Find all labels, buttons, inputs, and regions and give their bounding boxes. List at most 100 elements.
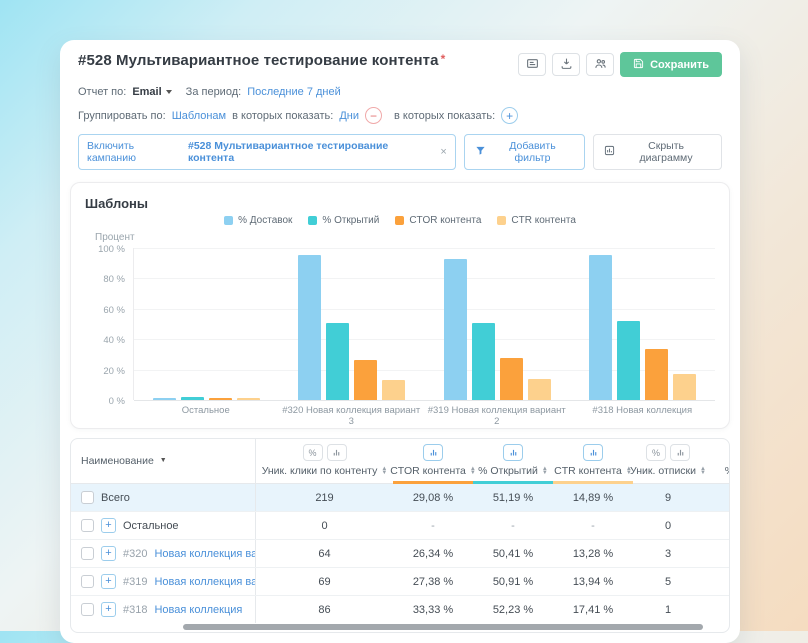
row-cell: 219 <box>256 484 393 511</box>
campaign-filter-chip[interactable]: Включить кампанию #528 Мультивариантное … <box>78 134 456 170</box>
column-header-4[interactable]: % Открытий▲▼ <box>473 439 553 483</box>
expand-row-button[interactable]: + <box>101 574 116 589</box>
column-header-7[interactable]: % Отписок <box>703 439 730 483</box>
row-cell: 64 <box>256 540 393 567</box>
column-header-3[interactable]: CTOR контента▲▼ <box>393 439 473 483</box>
bar-CTR контента[interactable] <box>237 398 260 400</box>
bar-CTR контента[interactable] <box>528 379 551 400</box>
row-checkbox[interactable] <box>81 491 94 504</box>
save-button[interactable]: Сохранить <box>620 52 722 77</box>
column-header-5[interactable]: CTR контента▲▼ <box>553 439 633 483</box>
share-users-button[interactable] <box>586 53 614 76</box>
column-label: % Открытий▲▼ <box>478 465 548 477</box>
row-id: #320 <box>123 548 147 560</box>
row-label[interactable]: Новая коллекция вариант 2 <box>154 576 256 588</box>
row-checkbox[interactable] <box>81 519 94 532</box>
column-header-2[interactable]: % Уник. клики по контенту▲▼ <box>256 439 393 483</box>
sort-desc-icon[interactable]: ▼ <box>160 457 167 464</box>
horizontal-scrollbar-thumb[interactable] <box>183 624 703 630</box>
bar-chart: Процент 100 %80 %60 %40 %20 %0 % Остальн… <box>85 248 715 418</box>
funnel-icon <box>475 145 486 159</box>
row-cell: 27,38 % <box>393 568 473 595</box>
row-checkbox[interactable] <box>81 603 94 616</box>
table-row: +#318Новая коллекция8633,33 %52,23 %17,4… <box>71 596 729 623</box>
row-checkbox[interactable] <box>81 547 94 560</box>
chart-toggle-icon[interactable] <box>583 444 603 461</box>
chart-legend: % Доставок% ОткрытийCTOR контентаCTR кон… <box>85 215 715 226</box>
expand-row-button[interactable]: + <box>101 602 116 617</box>
chip-prefix: Включить кампанию <box>87 140 184 164</box>
bar-CTOR контента[interactable] <box>645 349 668 400</box>
row-label[interactable]: Новая коллекция <box>154 604 242 616</box>
bar-group <box>570 248 715 400</box>
row-name-cell: +Остальное <box>71 512 256 539</box>
download-button[interactable] <box>552 53 580 76</box>
period-value-link[interactable]: Последние 7 дней <box>247 86 341 98</box>
bar-group <box>425 248 570 400</box>
group-by-label: Группировать по: <box>78 110 166 122</box>
row-cell: 29,08 % <box>393 484 473 511</box>
bar-CTOR контента[interactable] <box>209 398 232 400</box>
row-cell: - <box>473 512 553 539</box>
legend-item: CTOR контента <box>395 215 481 226</box>
y-axis-tick: 20 % <box>85 366 125 377</box>
column-label-text: Наименование <box>81 455 154 467</box>
add-filter-button[interactable]: Добавить фильтр <box>464 134 585 170</box>
percent-toggle-icon[interactable]: % <box>646 444 666 461</box>
column-toggle-icons <box>583 444 603 461</box>
expand-row-button[interactable]: + <box>101 546 116 561</box>
percent-toggle-icon[interactable]: % <box>303 444 323 461</box>
row-label[interactable]: Новая коллекция вариант 3 <box>154 548 256 560</box>
bar-CTOR контента[interactable] <box>500 358 523 400</box>
row-checkbox[interactable] <box>81 575 94 588</box>
bar-% Доставок[interactable] <box>298 255 321 400</box>
bar-% Открытий[interactable] <box>472 323 495 400</box>
required-asterisk: * <box>441 52 446 66</box>
bar-CTR контента[interactable] <box>673 374 696 400</box>
table-row: +#319Новая коллекция вариант 26927,38 %5… <box>71 568 729 596</box>
bar-% Открытий[interactable] <box>181 397 204 400</box>
column-toggle-icons <box>503 444 523 461</box>
row-cell: 14,89 % <box>553 484 633 511</box>
column-label: Уник. клики по контенту▲▼ <box>262 465 388 477</box>
bar-% Доставок[interactable] <box>153 398 176 400</box>
add-grouping-button[interactable]: + <box>501 107 518 124</box>
gridline <box>134 400 715 401</box>
row-cell: - <box>553 512 633 539</box>
expand-row-button[interactable]: + <box>101 518 116 533</box>
bar-CTOR контента[interactable] <box>354 360 377 400</box>
column-header-6[interactable]: %Уник. отписки▲▼ <box>633 439 703 483</box>
report-card: #528 Мультивариантное тестирование конте… <box>60 40 740 643</box>
report-by-dropdown[interactable]: Email <box>132 86 171 98</box>
save-icon <box>633 58 644 72</box>
bar-% Доставок[interactable] <box>589 255 612 400</box>
chart-toggle-icon[interactable] <box>670 444 690 461</box>
bar-CTR контента[interactable] <box>382 380 405 400</box>
column-header-1[interactable]: Наименование ▼ <box>71 439 256 483</box>
bar-% Доставок[interactable] <box>444 259 467 400</box>
column-underline <box>473 481 553 484</box>
hide-chart-button[interactable]: Скрыть диаграмму <box>593 134 722 170</box>
row-cell <box>703 540 730 567</box>
legend-swatch-icon <box>308 216 317 225</box>
table-row: +#320Новая коллекция вариант 36426,34 %5… <box>71 540 729 568</box>
row-name-cell: +#318Новая коллекция <box>71 596 256 623</box>
y-axis-label: Процент <box>95 232 135 243</box>
show-in-value-link[interactable]: Дни <box>339 110 359 122</box>
legend-label: CTR контента <box>511 215 575 226</box>
bar-% Открытий[interactable] <box>617 321 640 400</box>
bar-% Открытий[interactable] <box>326 323 349 400</box>
chart-toggle-icon[interactable] <box>423 444 443 461</box>
show-in-label: в которых показать: <box>232 110 333 122</box>
row-cell: 1 <box>633 596 703 623</box>
remove-grouping-button[interactable]: − <box>365 107 382 124</box>
save-button-label: Сохранить <box>650 59 709 71</box>
remove-filter-icon[interactable]: × <box>440 146 446 158</box>
sort-icon[interactable]: ▲▼ <box>381 467 387 475</box>
card-view-button[interactable] <box>518 53 546 76</box>
chart-toggle-icon[interactable] <box>503 444 523 461</box>
sort-icon[interactable]: ▲▼ <box>542 467 548 475</box>
column-toggle-icons: % <box>303 444 347 461</box>
group-by-value-link[interactable]: Шаблонам <box>172 110 226 122</box>
chart-toggle-icon[interactable] <box>327 444 347 461</box>
